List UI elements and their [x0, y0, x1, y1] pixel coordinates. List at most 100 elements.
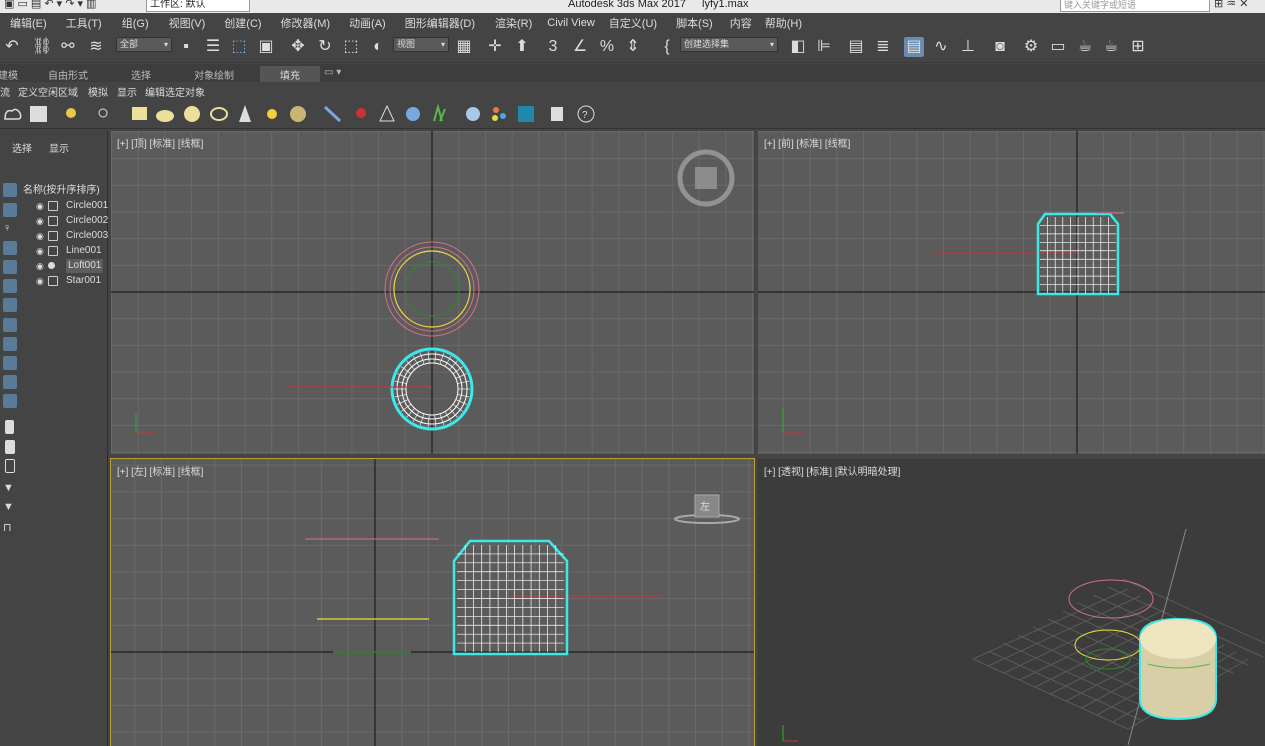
menu-modifiers[interactable]: 修改器(M) — [281, 15, 331, 31]
ribbon-tab-object-paint[interactable]: 对象绘制 — [194, 67, 234, 82]
explorer-menu-simulate[interactable]: 模拟 — [88, 84, 108, 99]
viewport-label[interactable]: [+] [透视] [标准] [默认明暗处理] — [764, 463, 900, 478]
list-item-star001[interactable]: ◉ Star001 — [36, 274, 106, 288]
explorer-menu-idle-area[interactable]: 定义空闲区域 — [18, 84, 78, 99]
reference-coord-dropdown[interactable]: 视图 — [393, 37, 449, 52]
list-icon[interactable] — [5, 420, 14, 434]
select-manipulate-icon[interactable]: ✛ — [485, 37, 505, 57]
shapes-panel-icon[interactable] — [3, 260, 17, 274]
list-item-circle003[interactable]: ◉ Circle003 — [36, 229, 108, 243]
viewport-front[interactable]: [+] [前] [标准] [线框] — [758, 131, 1265, 454]
viewport-label[interactable]: [+] [顶] [标准] [线框] — [117, 135, 203, 150]
undo-icon[interactable]: ↶ — [2, 37, 22, 57]
create-toolbar-icons[interactable]: ? — [0, 99, 610, 129]
menu-rendering[interactable]: 渲染(R) — [495, 15, 532, 31]
motion-panel-icon[interactable] — [3, 356, 17, 370]
filter-icon[interactable]: ▼ — [3, 482, 17, 496]
selection-filter-dropdown[interactable]: 全部 — [116, 37, 172, 52]
visibility-eye-icon[interactable]: ◉ — [36, 244, 46, 258]
spinner-snap-icon[interactable]: ⇕ — [623, 37, 643, 57]
spacewarps-panel-icon[interactable] — [3, 279, 17, 293]
menu-civil-view[interactable]: Civil View — [547, 17, 594, 29]
ribbon-tab-modeling[interactable]: 建模 — [0, 67, 18, 82]
menu-help[interactable]: 帮助(H) — [765, 15, 802, 31]
systems-panel-icon[interactable] — [3, 298, 17, 312]
window-crossing-icon[interactable]: ▣ — [256, 37, 276, 57]
rendered-frame-icon[interactable]: ▭ — [1048, 37, 1068, 57]
ribbon-tab-populate[interactable]: 填充 — [260, 66, 320, 83]
named-selection-icon[interactable]: { — [657, 37, 677, 57]
ribbon-options-icon[interactable]: ▭ ▾ — [324, 67, 341, 78]
select-object-icon[interactable]: ▪ — [176, 37, 196, 57]
modify-panel-icon[interactable] — [3, 203, 17, 217]
mirror-icon[interactable]: ◧ — [788, 37, 808, 57]
explorer-menu-edit-selected[interactable]: 编辑选定对象 — [145, 84, 205, 99]
container-icon[interactable]: ⊓ — [3, 521, 17, 535]
list-item-loft001[interactable]: ◉ Loft001 — [36, 259, 106, 273]
menu-graph-editors[interactable]: 图形编辑器(D) — [405, 15, 475, 31]
visibility-eye-icon[interactable]: ◉ — [36, 214, 46, 228]
select-by-name-icon[interactable]: ☰ — [203, 37, 223, 57]
menu-group[interactable]: 组(G) — [122, 15, 149, 31]
explorer-tab-display[interactable]: 显示 — [49, 140, 69, 155]
keyboard-shortcut-icon[interactable]: ⬆ — [512, 37, 532, 57]
angle-snap-icon[interactable]: ∠ — [570, 37, 590, 57]
list-item-circle001[interactable]: ◉ Circle001 — [36, 199, 108, 213]
funnel-icon[interactable]: ▼ — [3, 501, 17, 515]
name-column-header[interactable]: 名称(按升序排序) — [23, 181, 100, 196]
scale-icon[interactable]: ⬚ — [341, 37, 361, 57]
viewcube-compass[interactable] — [677, 149, 735, 207]
snap-toggle-icon[interactable]: 3 — [543, 37, 563, 57]
pivot-center-icon[interactable]: ▦ — [454, 37, 474, 57]
render-production-icon[interactable]: ☕ — [1075, 37, 1095, 57]
move-icon[interactable]: ✥ — [288, 37, 308, 57]
box-list-icon[interactable] — [5, 440, 15, 454]
camera-panel-icon[interactable] — [3, 241, 17, 255]
utilities-panel-icon[interactable] — [3, 337, 17, 351]
window-icons[interactable]: ⊞ ♒ ✕ — [1214, 0, 1248, 10]
create-panel-icon[interactable] — [3, 183, 17, 197]
menu-animation[interactable]: 动画(A) — [349, 15, 386, 31]
quick-access-icons[interactable]: ▣ ▭ ▤ ↶ ▾ ↷ ▾ ▥ — [4, 0, 96, 10]
menu-create[interactable]: 创建(C) — [224, 15, 261, 31]
toggle-ribbon-icon[interactable]: ≣ — [873, 37, 893, 57]
align-icon[interactable]: ⊫ — [814, 37, 834, 57]
rect-selection-icon[interactable]: ⬚ — [229, 37, 249, 57]
light-icon[interactable]: ♀ — [3, 222, 17, 236]
workspace-selector[interactable]: 工作区: 默认 — [146, 0, 250, 12]
bind-spacewarp-icon[interactable]: ≋ — [86, 37, 106, 57]
render-setup-icon[interactable]: ⚙ — [1021, 37, 1041, 57]
menu-content[interactable]: 内容 — [730, 15, 752, 31]
viewport-label[interactable]: [+] [前] [标准] [线框] — [764, 135, 850, 150]
menu-customize[interactable]: 自定义(U) — [609, 15, 657, 31]
list-item-line001[interactable]: ◉ Line001 — [36, 244, 106, 258]
viewport-label[interactable]: [+] [左] [标准] [线框] — [117, 463, 203, 478]
visibility-eye-icon[interactable]: ◉ — [36, 229, 46, 243]
sort-icon[interactable] — [5, 459, 15, 473]
viewport-top[interactable]: [+] [顶] [标准] [线框] — [111, 131, 754, 454]
menu-tools[interactable]: 工具(T) — [66, 15, 102, 31]
explorer-menu-display[interactable]: 显示 — [117, 84, 137, 99]
material-editor-icon[interactable]: ◙ — [990, 37, 1010, 57]
menu-views[interactable]: 视图(V) — [169, 15, 206, 31]
schematic-view-icon[interactable]: ⊥ — [958, 37, 978, 57]
named-selection-dropdown[interactable]: 创建选择集 — [680, 37, 778, 52]
menu-scripting[interactable]: 脚本(S) — [676, 15, 713, 31]
rotate-icon[interactable]: ↻ — [315, 37, 335, 57]
percent-snap-icon[interactable]: % — [597, 37, 617, 57]
curve-editor-icon[interactable]: ∿ — [931, 37, 951, 57]
visibility-eye-icon[interactable]: ◉ — [36, 199, 46, 213]
viewport-left[interactable]: [+] [左] [标准] [线框] 左 — [110, 458, 755, 746]
viewport-perspective[interactable]: [+] [透视] [标准] [默认明暗处理] — [758, 459, 1265, 746]
render-iterative-icon[interactable]: ☕ — [1101, 37, 1121, 57]
visibility-eye-icon[interactable]: ◉ — [36, 274, 46, 288]
visibility-eye-icon[interactable]: ◉ — [36, 259, 46, 273]
menu-edit[interactable]: 编辑(E) — [10, 15, 47, 31]
layer-explorer-icon[interactable]: ▤ — [846, 37, 866, 57]
explorer-tab-select[interactable]: 选择 — [12, 140, 32, 155]
ribbon-tab-freeform[interactable]: 自由形式 — [48, 67, 88, 82]
list-item-circle002[interactable]: ◉ Circle002 — [36, 214, 108, 228]
placement-icon[interactable]: ◐ — [368, 37, 388, 57]
explorer-menu-flow[interactable]: 流 — [0, 84, 10, 99]
ribbon-tab-selection[interactable]: 选择 — [131, 67, 151, 82]
